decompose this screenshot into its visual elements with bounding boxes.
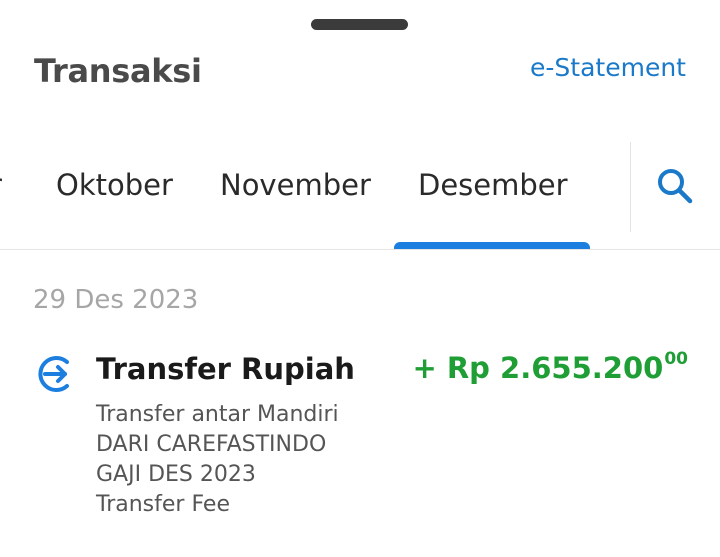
e-statement-link[interactable]: e-Statement: [530, 53, 686, 82]
description-line: Transfer antar Mandiri: [96, 402, 339, 427]
drag-handle[interactable]: [311, 19, 408, 30]
tab-desember[interactable]: Desember: [418, 168, 568, 202]
amount-cents: 00: [664, 349, 688, 369]
description-line: GAJI DES 2023: [96, 462, 256, 487]
tab-november[interactable]: November: [220, 168, 371, 202]
page-title: Transaksi: [34, 52, 202, 90]
amount-value: + Rp 2.655.200: [412, 351, 664, 385]
search-icon: [658, 169, 693, 204]
search-button[interactable]: [655, 166, 695, 206]
description-line: Transfer Fee: [96, 492, 230, 517]
date-group-header: 29 Des 2023: [33, 285, 199, 315]
tabs-divider: [630, 142, 631, 232]
transfer-arrow-icon: [38, 356, 69, 392]
transaction-title: Transfer Rupiah: [96, 352, 355, 386]
description-line: DARI CAREFASTINDO: [96, 432, 327, 457]
transaction-amount: + Rp 2.655.20000: [412, 349, 688, 385]
tab-oktober[interactable]: Oktober: [56, 168, 173, 202]
month-tabs[interactable]: r Oktober November Desember: [0, 140, 630, 250]
transaction-description: Transfer antar Mandiri DARI CAREFASTINDO…: [96, 400, 339, 520]
header-divider: [0, 249, 720, 250]
tab-previous-month[interactable]: r: [0, 168, 2, 202]
